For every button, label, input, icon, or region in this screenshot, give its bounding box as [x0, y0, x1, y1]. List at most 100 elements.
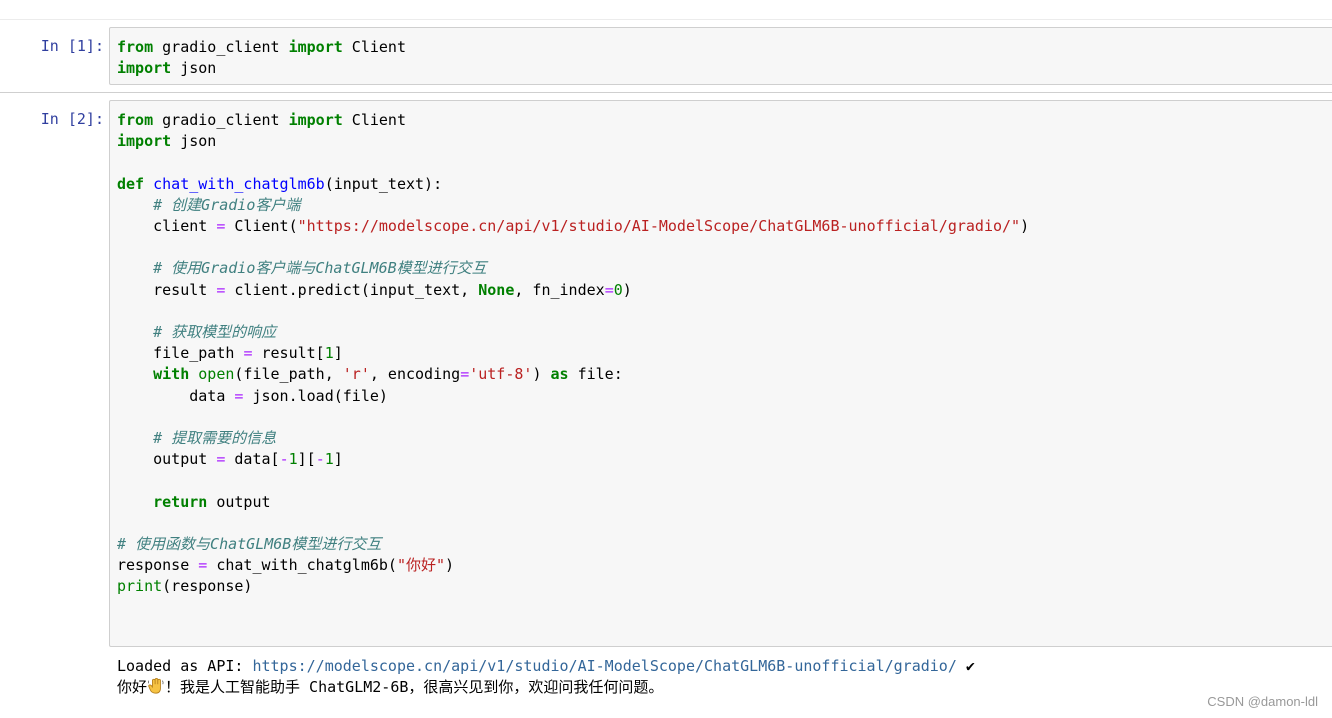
code-token: -	[279, 450, 289, 469]
check-mark-icon: ✔	[956, 657, 975, 675]
code-token: from	[117, 38, 154, 56]
code-line: import json	[117, 58, 1332, 79]
code-token: (response)	[162, 577, 253, 596]
code-token: =	[604, 280, 614, 299]
code-token: data[	[225, 450, 280, 469]
code-token: )	[532, 365, 551, 384]
code-editor[interactable]: from gradio_client import Client import j…	[110, 28, 1332, 79]
code-token: 1	[324, 450, 334, 469]
code-token: open	[198, 365, 235, 384]
code-token: import	[117, 132, 172, 151]
code-token: , encoding	[369, 365, 461, 384]
code-token: Client(	[225, 217, 298, 235]
code-token: 1	[288, 450, 298, 469]
code-token: )	[445, 556, 455, 575]
code-token: import	[288, 111, 343, 129]
code-token: 0	[613, 280, 623, 299]
code-token: , fn_index	[514, 280, 605, 299]
code-token: json	[171, 132, 217, 151]
code-line: # 获取模型的响应	[117, 322, 1332, 343]
code-line: import json	[117, 131, 1332, 152]
code-input-area[interactable]: from gradio_client import Client import j…	[109, 100, 1332, 647]
cell-prompt: In [1]:	[40, 37, 104, 55]
code-token: import	[117, 59, 172, 78]
code-token: -	[315, 450, 325, 469]
watermark: CSDN @damon-ldl	[1207, 694, 1318, 709]
code-token: (file_path,	[234, 365, 343, 384]
code-cell-2[interactable]: In [2]: from gradio_client import Client…	[0, 100, 1332, 648]
code-token: result	[117, 280, 217, 299]
code-line: # 提取需要的信息	[117, 428, 1332, 449]
code-token: # 提取需要的信息	[153, 428, 277, 447]
code-token: 'r'	[342, 365, 370, 384]
cell-separator	[0, 92, 1332, 93]
code-token: data	[117, 386, 235, 405]
output-reply-rest: ！我是人工智能助手 ChatGLM2-6B，很高兴见到你，欢迎问我任何问题。	[165, 678, 664, 696]
code-token: output	[117, 450, 217, 469]
code-token: response	[117, 556, 199, 575]
code-line: response = chat_with_chatglm6b("你好")	[117, 555, 1332, 576]
code-token: ]	[333, 450, 343, 469]
code-token: ]	[333, 344, 343, 363]
code-token: chat_with_chatglm6b	[153, 174, 325, 193]
code-line: file_path = result[1]	[117, 343, 1332, 364]
code-line: # 使用Gradio客户端与ChatGLM6B模型进行交互	[117, 258, 1332, 279]
code-token: as	[550, 365, 569, 384]
code-line: from gradio_client import Client	[117, 37, 1332, 58]
code-line: return output	[117, 492, 1332, 513]
code-token: # 使用函数与ChatGLM6B模型进行交互	[117, 534, 382, 553]
code-token: client.predict(input_text,	[225, 280, 479, 299]
code-token: =	[198, 556, 208, 575]
code-token: ][	[297, 450, 316, 469]
code-token: )	[622, 280, 632, 299]
code-token: =	[460, 365, 470, 384]
code-token: file:	[568, 365, 623, 384]
code-token: Client	[342, 111, 406, 129]
code-editor[interactable]: from gradio_client import Client import j…	[110, 101, 1332, 598]
code-token: (input_text):	[324, 174, 443, 193]
output-loaded-prefix: Loaded as API:	[117, 657, 253, 675]
code-line: data = json.load(file)	[117, 386, 1332, 407]
code-token: json	[171, 59, 217, 78]
code-token: gradio_client	[153, 38, 289, 56]
code-token: client	[117, 217, 217, 235]
code-line: output = data[-1][-1]	[117, 449, 1332, 470]
code-line: # 使用函数与ChatGLM6B模型进行交互	[117, 534, 1332, 555]
code-line: from gradio_client import Client	[117, 110, 1332, 131]
code-token: # 获取模型的响应	[153, 322, 277, 341]
code-token: json.load(file)	[243, 386, 388, 405]
code-token: "你好"	[396, 556, 446, 575]
code-line: with open(file_path, 'r', encoding='utf-…	[117, 364, 1332, 385]
code-token: return	[153, 492, 208, 511]
code-token: file_path	[117, 344, 244, 363]
code-token: chat_with_chatglm6b(	[207, 556, 397, 575]
code-cell-1[interactable]: In [1]: from gradio_client import Client…	[0, 27, 1332, 85]
code-token: 'utf-8'	[469, 365, 533, 384]
code-token: gradio_client	[153, 111, 289, 129]
code-token: 1	[324, 344, 334, 363]
code-token: )	[1020, 217, 1030, 235]
output-reply-start: 你好	[117, 678, 148, 696]
output-api-link[interactable]: https://modelscope.cn/api/v1/studio/AI-M…	[252, 657, 956, 675]
code-line: result = client.predict(input_text, None…	[117, 280, 1332, 301]
code-token: with	[153, 365, 190, 384]
code-token: # 创建Gradio客户端	[153, 195, 301, 214]
code-token: result[	[252, 344, 325, 363]
code-token: # 使用Gradio客户端与ChatGLM6B模型进行交互	[153, 259, 487, 278]
code-input-area[interactable]: from gradio_client import Client import j…	[109, 27, 1332, 85]
previous-cell-strip	[0, 0, 1332, 20]
cell-output: Loaded as API: https://modelscope.cn/api…	[117, 656, 975, 698]
waving-hand-icon	[148, 677, 164, 694]
